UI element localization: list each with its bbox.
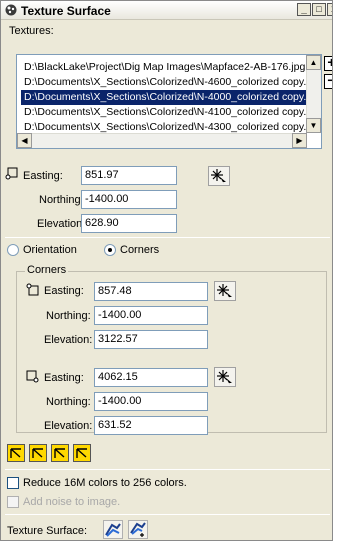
top-northing-field[interactable]: -1400.00 xyxy=(94,306,208,325)
top-elevation-label: Elevation: xyxy=(44,334,93,346)
title-bar[interactable]: Texture Surface _ □ x xyxy=(1,1,332,20)
bottom-pick-point-button[interactable] xyxy=(214,367,236,387)
vertical-scrollbar[interactable]: ▲ ▼ xyxy=(306,55,321,133)
bottom-northing-label: Northing: xyxy=(46,396,91,408)
textures-list[interactable]: D:\BlackLake\Project\Dig Map Images\Mapf… xyxy=(16,54,322,149)
reduce-colors-checkbox[interactable] xyxy=(7,477,19,489)
arrow-tool-icon xyxy=(10,448,21,458)
close-button[interactable]: x xyxy=(327,3,332,16)
bottom-easting-field[interactable]: 4062.15 xyxy=(94,368,208,387)
maximize-button[interactable]: □ xyxy=(312,3,326,16)
add-surface-button[interactable] xyxy=(128,520,148,539)
origin-northing-field[interactable]: -1400.00 xyxy=(81,190,177,209)
surface-tool-icon xyxy=(105,523,121,537)
surface-add-icon xyxy=(130,522,146,537)
top-easting-field[interactable]: 857.48 xyxy=(94,282,208,301)
corner-tool-button-1[interactable] xyxy=(7,444,25,462)
list-item[interactable]: D:\BlackLake\Project\Dig Map Images\Mapf… xyxy=(21,60,307,75)
divider xyxy=(5,514,330,515)
window-title: Texture Surface xyxy=(21,4,111,18)
add-texture-button[interactable]: + xyxy=(324,55,332,71)
bottom-elevation-field[interactable]: 631.52 xyxy=(94,416,208,435)
top-elevation-field[interactable]: 3122.57 xyxy=(94,330,208,349)
textures-label: Textures: xyxy=(9,25,54,37)
origin-northing-label: Northing: xyxy=(39,194,84,206)
top-northing-label: Northing: xyxy=(46,310,91,322)
divider xyxy=(5,237,330,238)
origin-elevation-field[interactable]: 628.90 xyxy=(81,214,177,233)
origin-easting-label: Easting: xyxy=(23,170,63,182)
arrow-tool-icon xyxy=(32,448,43,458)
corners-radio-label: Corners xyxy=(120,244,160,256)
corners-radio[interactable] xyxy=(104,244,116,256)
bottom-right-corner-icon xyxy=(26,370,39,383)
list-item[interactable]: D:\Documents\X_Sections\Colorized\N-4100… xyxy=(21,105,307,120)
orientation-radio[interactable] xyxy=(7,244,19,256)
scroll-up-icon[interactable]: ▲ xyxy=(306,55,321,70)
pick-point-icon xyxy=(217,284,232,299)
remove-texture-button[interactable]: − xyxy=(324,73,332,89)
texture-surface-label: Texture Surface: xyxy=(7,525,88,537)
list-item-selected[interactable]: D:\Documents\X_Sections\Colorized\N-4000… xyxy=(21,90,307,105)
scroll-down-icon[interactable]: ▼ xyxy=(306,118,321,133)
pick-point-icon xyxy=(217,370,232,385)
texture-surface-window: Texture Surface _ □ x Textures: D:\Black… xyxy=(0,0,333,541)
pick-point-icon xyxy=(211,169,226,184)
divider xyxy=(5,469,330,470)
corners-group: Corners Easting: 857.48 Northing: -1400.… xyxy=(16,264,327,435)
bottom-elevation-label: Elevation: xyxy=(44,420,93,432)
scroll-left-icon[interactable]: ◀ xyxy=(17,133,32,148)
add-noise-label: Add noise to image. xyxy=(23,496,121,508)
minimize-button[interactable]: _ xyxy=(297,3,311,16)
origin-pick-point-button[interactable] xyxy=(208,166,230,186)
app-icon xyxy=(5,4,17,16)
reduce-colors-label: Reduce 16M colors to 256 colors. xyxy=(23,477,187,489)
top-left-corner-icon xyxy=(26,283,39,296)
origin-easting-field[interactable]: 851.97 xyxy=(81,166,177,185)
corner-tool-button-3[interactable] xyxy=(51,444,69,462)
origin-elevation-label: Elevation: xyxy=(37,218,86,230)
orientation-label: Orientation xyxy=(23,244,77,256)
list-item[interactable]: D:\Documents\X_Sections\Colorized\N-4600… xyxy=(21,75,307,90)
corners-group-title: Corners xyxy=(25,264,69,276)
arrow-tool-icon xyxy=(54,448,65,458)
add-noise-checkbox[interactable] xyxy=(7,496,19,508)
corner-tool-button-4[interactable] xyxy=(73,444,91,462)
origin-point-icon xyxy=(5,167,18,180)
bottom-northing-field[interactable]: -1400.00 xyxy=(94,392,208,411)
create-surface-button[interactable] xyxy=(103,520,123,539)
corner-tool-button-2[interactable] xyxy=(29,444,47,462)
top-pick-point-button[interactable] xyxy=(214,281,236,301)
bottom-easting-label: Easting: xyxy=(44,372,84,384)
top-easting-label: Easting: xyxy=(44,285,84,297)
horizontal-scrollbar[interactable]: ◀ ▶ xyxy=(17,133,307,148)
arrow-tool-icon xyxy=(76,448,87,458)
scroll-right-icon[interactable]: ▶ xyxy=(292,133,307,148)
